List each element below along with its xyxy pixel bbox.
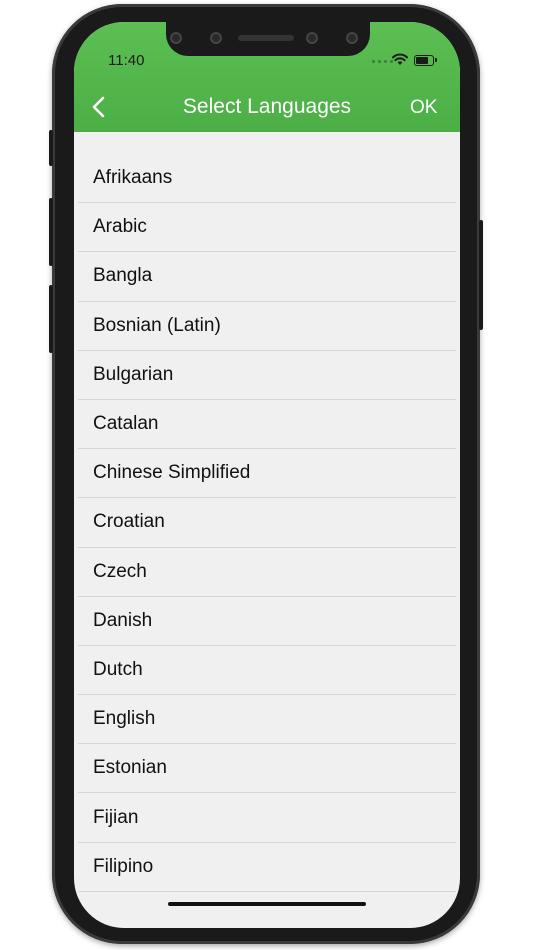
battery-icon — [414, 55, 437, 66]
phone-volume-up-button — [49, 198, 53, 266]
phone-silent-switch — [49, 130, 53, 166]
app-screen: 11:40 Select Languages OK Afrikaans Arab… — [74, 22, 460, 928]
front-camera — [210, 32, 222, 44]
wifi-icon — [392, 53, 408, 65]
list-item[interactable]: Bangla — [78, 252, 456, 302]
ambient-light-sensor — [346, 32, 358, 44]
list-item[interactable]: Czech — [78, 548, 456, 597]
list-item[interactable]: Chinese Simplified — [78, 449, 456, 499]
list-item[interactable]: English — [78, 695, 456, 745]
chevron-left-icon[interactable] — [86, 94, 112, 120]
list-item[interactable]: Afrikaans — [78, 154, 456, 204]
status-time: 11:40 — [108, 52, 145, 69]
language-list: Afrikaans Arabic Bangla Bosnian (Latin) … — [78, 154, 456, 892]
list-item[interactable]: Fijian — [78, 793, 456, 843]
phone-power-button — [479, 220, 483, 330]
home-indicator[interactable] — [168, 902, 366, 906]
page-title: Select Languages — [182, 95, 352, 118]
sensor-dot — [170, 32, 182, 44]
list-item[interactable]: Estonian — [78, 744, 456, 794]
list-item[interactable]: Dutch — [78, 646, 456, 696]
list-item[interactable]: Arabic — [78, 203, 456, 253]
earpiece-speaker — [238, 35, 294, 41]
ok-button[interactable]: OK — [410, 95, 437, 121]
phone-volume-down-button — [49, 285, 53, 353]
list-item[interactable]: Danish — [78, 597, 456, 646]
list-item[interactable]: Bosnian (Latin) — [78, 302, 456, 351]
phone-notch — [166, 22, 370, 56]
signal-dots-icon — [372, 60, 393, 63]
list-item[interactable]: Croatian — [78, 498, 456, 548]
list-item[interactable]: Catalan — [78, 400, 456, 450]
list-item[interactable]: Bulgarian — [78, 351, 456, 400]
list-item[interactable]: Filipino — [78, 843, 456, 892]
proximity-sensor — [306, 32, 318, 44]
